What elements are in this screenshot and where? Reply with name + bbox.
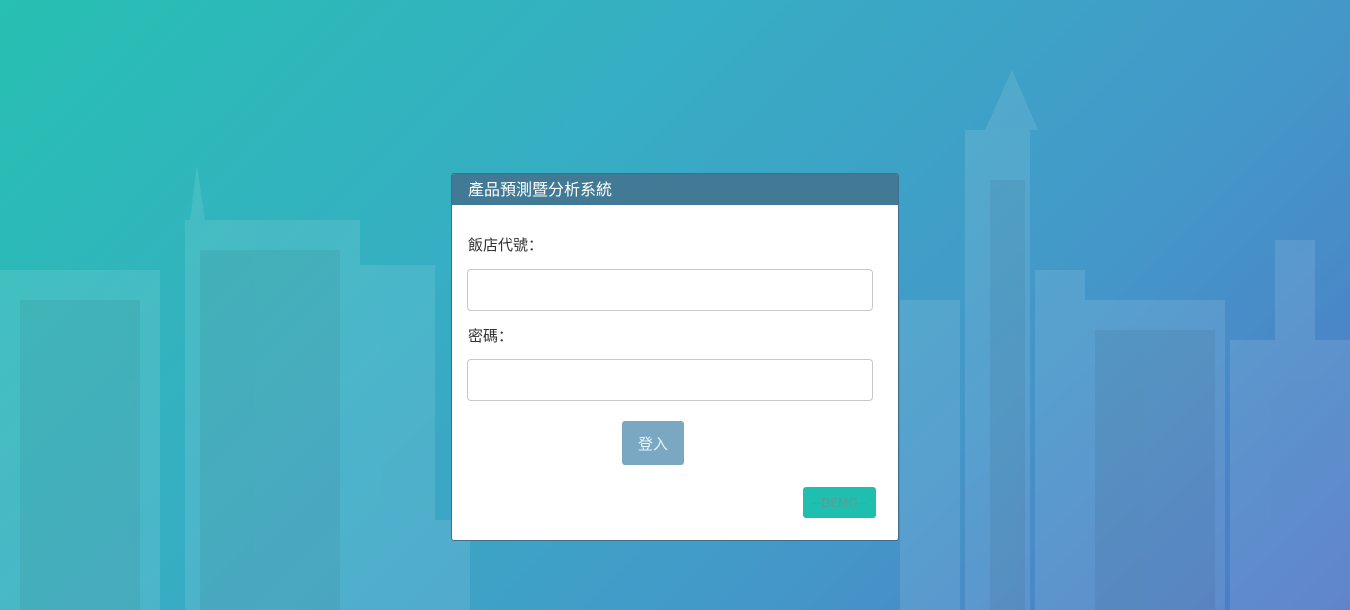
login-panel: 產品預測暨分析系統 飯店代號： 密碼： 登入 --DEMO-- xyxy=(451,173,899,541)
password-label: 密碼： xyxy=(468,327,514,345)
hotel-code-label: 飯店代號： xyxy=(468,236,544,254)
password-input[interactable] xyxy=(467,359,873,401)
panel-title: 產品預測暨分析系統 xyxy=(452,174,898,205)
hotel-code-input[interactable] xyxy=(467,269,873,311)
login-button[interactable]: 登入 xyxy=(622,421,684,465)
demo-button[interactable]: --DEMO-- xyxy=(803,487,876,518)
